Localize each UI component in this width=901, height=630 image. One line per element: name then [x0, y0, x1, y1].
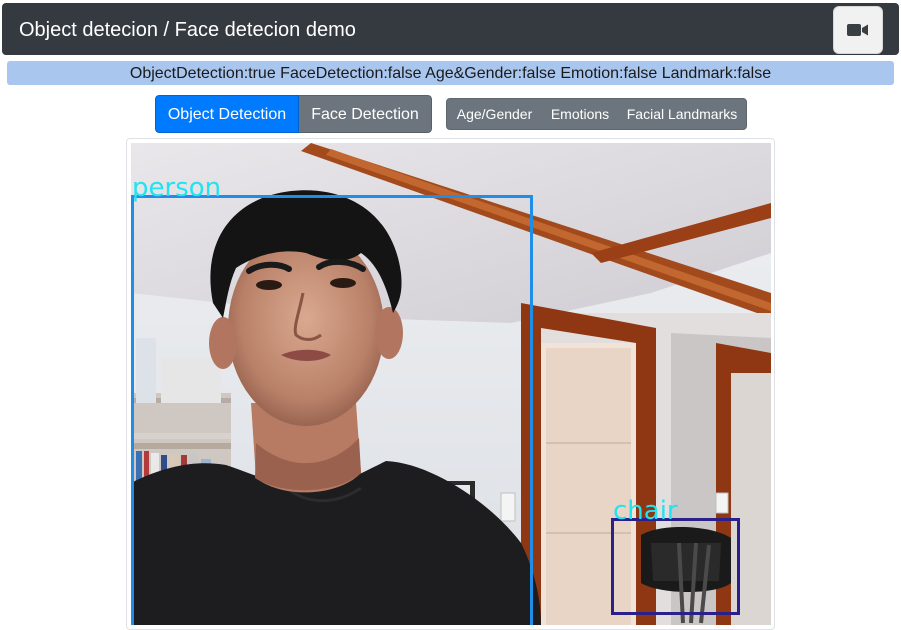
- webcam-video-feed: person chair: [131, 143, 771, 625]
- age-gender-button[interactable]: Age/Gender: [447, 99, 542, 129]
- face-feature-group: Age/Gender Emotions Facial Landmarks: [446, 98, 747, 130]
- emotions-button[interactable]: Emotions: [542, 99, 618, 129]
- face-detection-button[interactable]: Face Detection: [299, 95, 432, 133]
- video-camera-icon: [847, 24, 868, 36]
- camera-toggle-button[interactable]: [833, 6, 883, 54]
- object-detection-button[interactable]: Object Detection: [155, 95, 299, 133]
- webcam-scene: [131, 143, 771, 625]
- detection-mode-group: Object Detection Face Detection: [155, 95, 432, 133]
- chair-detection-label: chair: [613, 496, 678, 526]
- status-bar: ObjectDetection:true FaceDetection:false…: [7, 61, 894, 85]
- app-title: Object detecion / Face detecion demo: [19, 19, 356, 41]
- top-navbar: Object detecion / Face detecion demo: [2, 3, 899, 55]
- person-detection-label: person: [132, 173, 222, 203]
- facial-landmarks-button[interactable]: Facial Landmarks: [618, 99, 746, 129]
